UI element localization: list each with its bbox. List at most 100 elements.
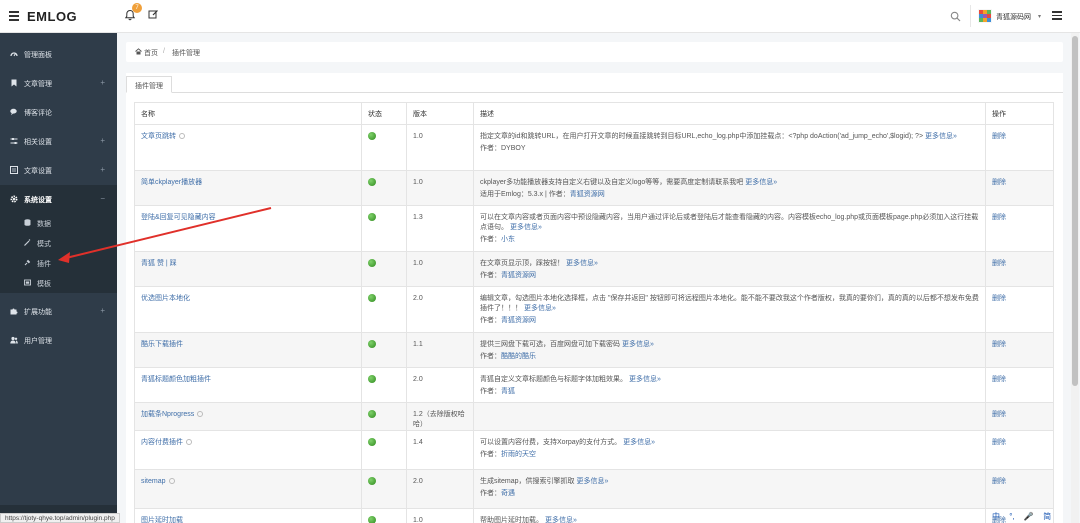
plugin-name[interactable]: 内容付费插件: [141, 439, 183, 446]
menu-icon[interactable]: [1052, 11, 1062, 20]
table-row: 内容付费插件 1.4 可以设置内容付费，支持Xorpay的支付方式。 更多信息» 作者…: [134, 430, 1054, 470]
sidebar-subitem-label: 模板: [37, 281, 51, 288]
settings-icon[interactable]: [179, 133, 185, 139]
sidebar-item-settings[interactable]: 相关设置 +: [0, 127, 117, 155]
plugin-description: 青狐自定义文章标题颜色与标题字体加粗效果。: [480, 376, 627, 383]
delete-link[interactable]: 删除: [992, 376, 1006, 383]
plugin-name[interactable]: sitemap: [141, 478, 166, 485]
delete-link[interactable]: 删除: [992, 341, 1006, 348]
breadcrumb-home-link[interactable]: 首页: [144, 48, 158, 58]
database-icon: [24, 219, 31, 226]
more-info-link[interactable]: 更多信息»: [622, 341, 654, 348]
plugin-description-cell: 在文章页显示顶，踩按钮！ 更多信息» 作者：青狐资源网: [473, 251, 986, 287]
breadcrumb-current: 插件管理: [172, 50, 200, 57]
chevron-down-icon[interactable]: ▾: [1038, 13, 1041, 20]
delete-link[interactable]: 删除: [992, 133, 1006, 140]
plugin-name[interactable]: 酷乐下载插件: [141, 341, 183, 348]
sidebar-item-system-settings[interactable]: 系统设置 −: [0, 185, 117, 213]
author-link[interactable]: 酷酷的酷乐: [501, 353, 536, 360]
plugin-name[interactable]: 登陆&回复可见隐藏内容: [141, 214, 216, 221]
author-link[interactable]: 奇遇: [501, 490, 515, 497]
sidebar-toggle-icon[interactable]: [9, 11, 19, 21]
more-info-link[interactable]: 更多信息»: [623, 439, 655, 446]
status-enabled-icon[interactable]: [368, 340, 376, 348]
delete-link[interactable]: 删除: [992, 179, 1006, 186]
status-enabled-icon[interactable]: [368, 477, 376, 485]
sidebar-subitem-template[interactable]: 模板: [0, 273, 117, 293]
plugin-name[interactable]: 青狐 赞 | 踩: [141, 260, 177, 267]
more-info-link[interactable]: 更多信息»: [545, 517, 577, 523]
plugin-version: 1.4: [406, 430, 474, 470]
more-info-link[interactable]: 更多信息»: [629, 376, 661, 383]
settings-icon[interactable]: [186, 439, 192, 445]
author-label: 作者：: [480, 388, 501, 395]
more-info-link[interactable]: 更多信息»: [566, 260, 598, 267]
punctuation-indicator[interactable]: °,: [1009, 512, 1014, 521]
sidebar-subitem-plugins[interactable]: 插件: [0, 253, 117, 273]
template-icon: [24, 279, 31, 286]
input-method-indicator[interactable]: 中: [992, 512, 1000, 521]
scrollbar-thumb[interactable]: [1072, 36, 1078, 386]
author-link[interactable]: 青狐资源网: [570, 191, 605, 198]
settings-icon[interactable]: [197, 411, 204, 417]
site-name[interactable]: 青狐源码网: [996, 12, 1031, 22]
author-link[interactable]: 青狐资源网: [501, 272, 536, 279]
simplified-chinese-indicator[interactable]: 简: [1043, 512, 1051, 521]
plugin-name[interactable]: 青狐标题颜色加粗插件: [141, 376, 211, 383]
author-link[interactable]: 小东: [501, 236, 515, 243]
sidebar-item-article-settings[interactable]: 文章设置 +: [0, 156, 117, 184]
search-icon[interactable]: [950, 11, 961, 22]
plugin-status-cell: [361, 286, 407, 333]
status-enabled-icon[interactable]: [368, 516, 376, 523]
microphone-icon[interactable]: 🎤: [1024, 512, 1034, 521]
plugin-description-cell: 帮助图片延时加载。 更多信息»: [473, 508, 986, 523]
plugin-name[interactable]: 优选图片本地化: [141, 295, 190, 302]
plugin-name[interactable]: 图片延时加载: [141, 517, 183, 523]
status-enabled-icon[interactable]: [368, 213, 376, 221]
delete-link[interactable]: 删除: [992, 439, 1006, 446]
more-info-link[interactable]: 更多信息»: [576, 478, 608, 485]
sidebar-item-label: 博客评论: [24, 110, 52, 117]
more-info-link[interactable]: 更多信息»: [745, 179, 777, 186]
sidebar-item-articles[interactable]: 文章管理 +: [0, 69, 117, 97]
settings-icon[interactable]: [168, 478, 175, 484]
status-enabled-icon[interactable]: [368, 375, 376, 383]
plugin-name[interactable]: 简单ckplayer播放器: [141, 179, 202, 186]
author-link[interactable]: 折雨的天空: [501, 451, 536, 458]
delete-link-cell: 删除: [985, 124, 1054, 171]
author-label: 作者：: [480, 317, 501, 324]
status-enabled-icon[interactable]: [368, 259, 376, 267]
plugin-status-cell: [361, 251, 407, 287]
more-info-link[interactable]: 更多信息»: [524, 305, 556, 312]
delete-link[interactable]: 删除: [992, 295, 1006, 302]
delete-link[interactable]: 删除: [992, 260, 1006, 267]
sidebar-item-users[interactable]: 用户管理: [0, 326, 117, 354]
sidebar-subitem-mode[interactable]: 模式: [0, 233, 117, 253]
table-header-row: 名称 状态 版本 描述 操作: [134, 102, 1054, 125]
sidebar-item-dashboard[interactable]: 管理面板: [0, 40, 117, 68]
sidebar-subitem-data[interactable]: 数据: [0, 213, 117, 233]
site-avatar[interactable]: [978, 9, 992, 23]
status-enabled-icon[interactable]: [368, 410, 376, 418]
more-info-link[interactable]: 更多信息»: [510, 224, 542, 231]
plugin-name[interactable]: 加载条Nprogress: [141, 411, 194, 418]
delete-link[interactable]: 删除: [992, 411, 1006, 418]
more-info-link[interactable]: 更多信息»: [925, 133, 957, 140]
delete-link[interactable]: 删除: [992, 478, 1006, 485]
status-enabled-icon[interactable]: [368, 438, 376, 446]
status-enabled-icon[interactable]: [368, 294, 376, 302]
app-logo[interactable]: EMLOG: [27, 9, 77, 24]
author-link[interactable]: 青狐: [501, 388, 515, 395]
plugin-status-cell: [361, 402, 407, 431]
delete-link[interactable]: 删除: [992, 214, 1006, 221]
edit-icon[interactable]: [148, 9, 159, 20]
status-enabled-icon[interactable]: [368, 178, 376, 186]
sidebar-item-extensions[interactable]: 扩展功能 +: [0, 297, 117, 325]
plugin-name[interactable]: 文章页跳转: [141, 133, 176, 140]
plugin-version: 1.3: [406, 205, 474, 252]
delete-link-cell: 删除: [985, 469, 1054, 509]
sidebar-item-comments[interactable]: 博客评论: [0, 98, 117, 126]
tab-plugin-management[interactable]: 插件管理: [126, 76, 172, 93]
author-link[interactable]: 青狐资源网: [501, 317, 536, 324]
status-enabled-icon[interactable]: [368, 132, 376, 140]
